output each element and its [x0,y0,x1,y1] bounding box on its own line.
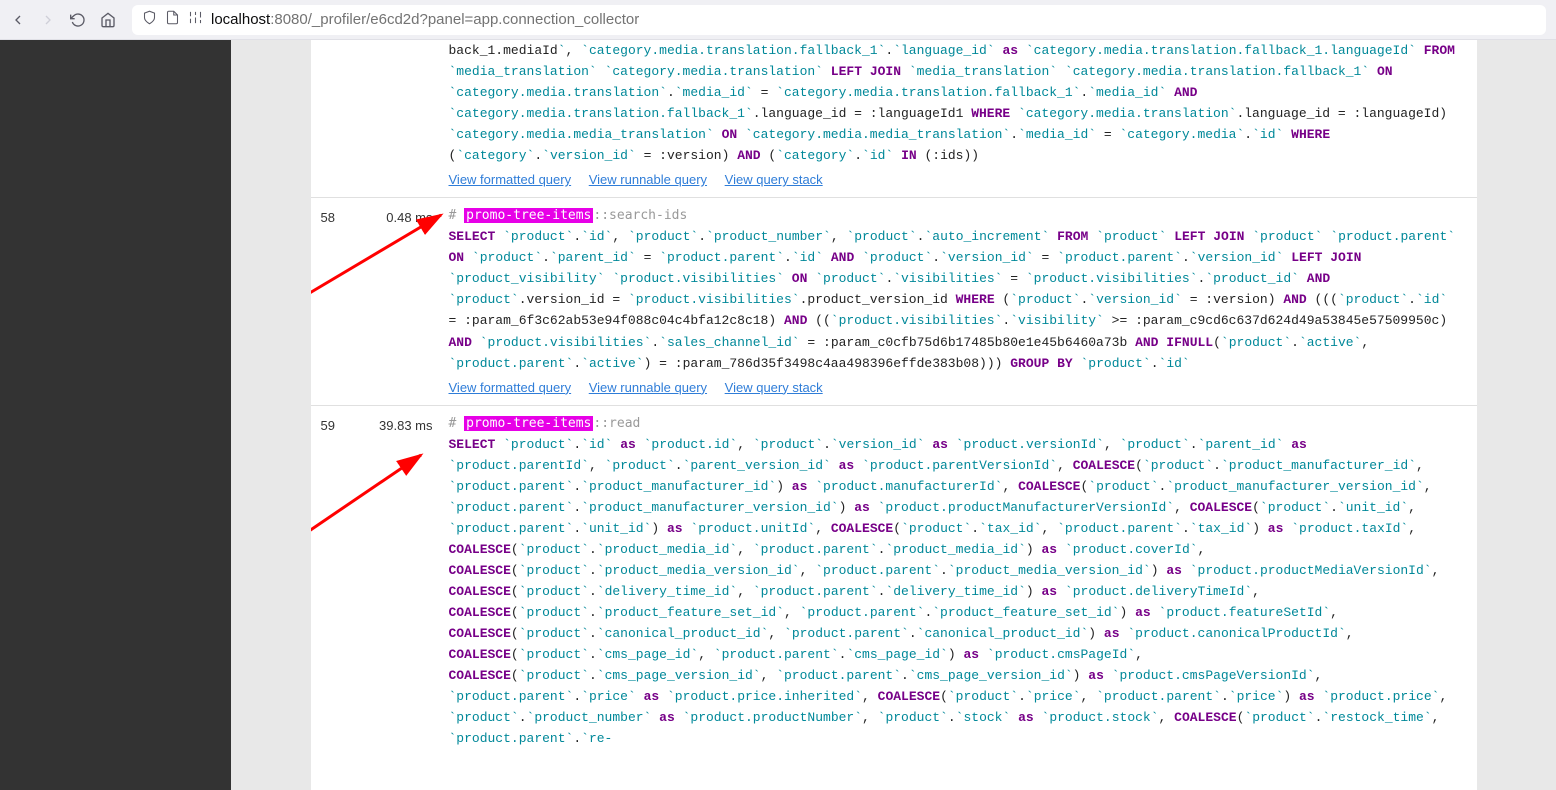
view-runnable-link[interactable]: View runnable query [589,172,707,187]
query-time: 0.48 ms [365,208,449,394]
view-stack-link[interactable]: View query stack [725,380,823,395]
tag-suffix: ::search-ids [593,208,687,223]
query-time [365,40,449,187]
profiler-sidebar [0,40,231,790]
query-panel[interactable]: back_1.mediaId`, `category.media.transla… [311,40,1477,790]
home-button[interactable] [100,12,116,28]
main-area: back_1.mediaId`, `category.media.transla… [231,40,1556,790]
view-stack-link[interactable]: View query stack [725,172,823,187]
query-sql-cell: back_1.mediaId`, `category.media.transla… [449,40,1457,187]
query-number: 58 [321,208,365,394]
query-row: 59 39.83 ms # promo-tree-items::read SEL… [311,405,1477,760]
query-row: 58 0.48 ms # promo-tree-items::search-id… [311,197,1477,404]
browser-toolbar: localhost:8080/_profiler/e6cd2d?panel=ap… [0,0,1556,40]
nav-buttons [10,12,116,28]
query-tag: # promo-tree-items::search-ids [449,208,1457,223]
tag-suffix: ::read [593,416,640,431]
sql-text: SELECT `product`.`id` as `product.id`, `… [449,434,1457,750]
page-layout: back_1.mediaId`, `category.media.transla… [0,40,1556,790]
view-formatted-link[interactable]: View formatted query [449,172,572,187]
url-host: localhost [211,11,270,28]
sql-text: back_1.mediaId`, `category.media.transla… [449,40,1457,166]
query-number [321,40,365,187]
back-button[interactable] [10,12,26,28]
query-time: 39.83 ms [365,416,449,750]
url-text: localhost:8080/_profiler/e6cd2d?panel=ap… [211,11,639,28]
tag-highlight: promo-tree-items [464,208,593,223]
query-links: View formatted query View runnable query… [449,380,1457,395]
sql-text: SELECT `product`.`id`, `product`.`produc… [449,226,1457,373]
url-rest: :8080/_profiler/e6cd2d?panel=app.connect… [270,11,639,28]
query-row: back_1.mediaId`, `category.media.transla… [311,40,1477,197]
query-sql-cell: # promo-tree-items::read SELECT `product… [449,416,1457,750]
url-bar[interactable]: localhost:8080/_profiler/e6cd2d?panel=ap… [132,5,1546,35]
reload-button[interactable] [70,12,86,28]
shield-icon [142,10,157,29]
query-number: 59 [321,416,365,750]
view-runnable-link[interactable]: View runnable query [589,380,707,395]
tag-highlight: promo-tree-items [464,416,593,431]
query-tag: # promo-tree-items::read [449,416,1457,431]
page-icon [165,10,180,29]
query-sql-cell: # promo-tree-items::search-ids SELECT `p… [449,208,1457,394]
view-formatted-link[interactable]: View formatted query [449,380,572,395]
forward-button[interactable] [40,12,56,28]
query-links: View formatted query View runnable query… [449,172,1457,187]
permissions-icon [188,10,203,29]
